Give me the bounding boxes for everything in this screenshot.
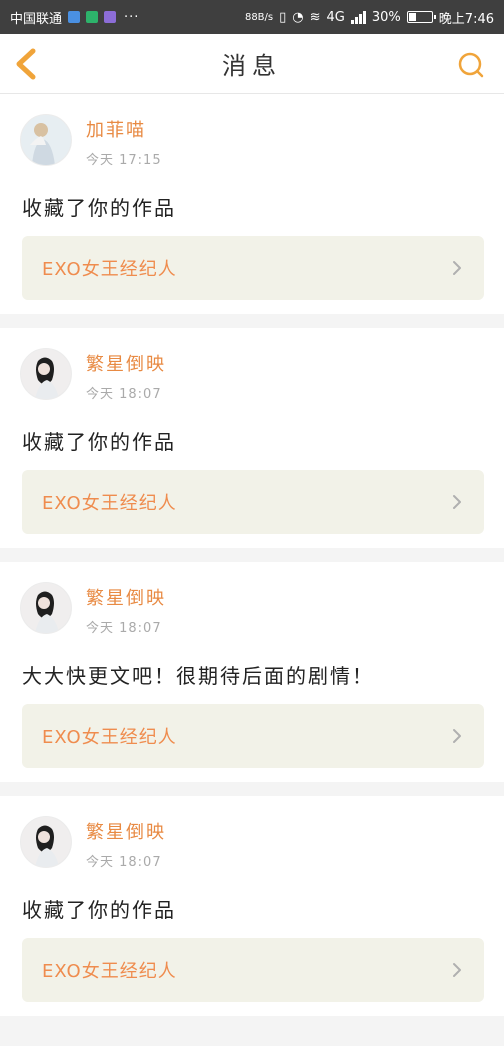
work-title: EXO女王经纪人 [42, 961, 177, 982]
avatar-image [21, 115, 71, 165]
status-left: 中国联通 ··· [10, 8, 139, 27]
message-card: 繁星倒映 今天 18:07 收藏了你的作品 EXO女王经纪人 [0, 796, 504, 1016]
more-icon: ··· [124, 9, 140, 25]
status-time: 晚上7:46 [438, 11, 494, 27]
search-icon [458, 52, 484, 78]
work-link[interactable]: EXO女王经纪人 [22, 236, 484, 300]
wifi-icon: ≋ [309, 9, 321, 25]
chevron-right-icon [450, 492, 464, 512]
avatar-image [21, 817, 71, 867]
chevron-right-icon [450, 258, 464, 278]
network-speed: 88B/s [244, 11, 274, 23]
shield-icon [68, 11, 81, 23]
bottom-gap [0, 1016, 504, 1046]
work-title: EXO女王经纪人 [42, 727, 177, 748]
message-text: 收藏了你的作品 [22, 430, 176, 454]
avatar[interactable] [20, 348, 72, 400]
carrier-name: 中国联通 [10, 11, 63, 27]
user-name[interactable]: 繁星倒映 [86, 818, 166, 844]
message-text: 收藏了你的作品 [22, 898, 176, 922]
battery-percent: 30% [371, 9, 401, 25]
status-right: 88B/s ▯ ◔ ≋ 4G 30% 晚上7:46 [245, 8, 494, 27]
chevron-right-icon [450, 726, 464, 746]
post-time: 今天 18:07 [86, 621, 162, 636]
page-title: 消息 [222, 52, 282, 80]
message-text: 大大快更文吧！很期待后面的剧情！ [22, 664, 374, 688]
post-time: 今天 18:07 [86, 855, 162, 870]
work-link[interactable]: EXO女王经纪人 [22, 704, 484, 768]
message-card: 加菲喵 今天 17:15 收藏了你的作品 EXO女王经纪人 [0, 94, 504, 314]
work-title: EXO女王经纪人 [42, 493, 177, 514]
status-bar: 中国联通 ··· 88B/s ▯ ◔ ≋ 4G 30% 晚上7:46 [0, 0, 504, 34]
avatar[interactable] [20, 816, 72, 868]
vibrate-icon: ▯ [279, 9, 287, 25]
user-name[interactable]: 加菲喵 [86, 116, 146, 142]
back-button[interactable] [10, 46, 42, 82]
alarm-icon: ◔ [292, 9, 304, 25]
app-icon [104, 11, 117, 23]
user-name[interactable]: 繁星倒映 [86, 350, 166, 376]
avatar[interactable] [20, 582, 72, 634]
search-button[interactable] [456, 50, 486, 80]
message-text: 收藏了你的作品 [22, 196, 176, 220]
message-card: 繁星倒映 今天 18:07 大大快更文吧！很期待后面的剧情！ EXO女王经纪人 [0, 562, 504, 782]
chevron-left-icon [16, 48, 36, 80]
battery-icon [406, 11, 436, 23]
avatar[interactable] [20, 114, 72, 166]
avatar-image [21, 583, 71, 633]
work-title: EXO女王经纪人 [42, 259, 177, 280]
work-link[interactable]: EXO女王经纪人 [22, 470, 484, 534]
post-time: 今天 17:15 [86, 153, 162, 168]
signal-icon [350, 10, 366, 24]
chevron-right-icon [450, 960, 464, 980]
signal-type: 4G [326, 9, 345, 25]
post-time: 今天 18:07 [86, 387, 162, 402]
avatar-image [21, 349, 71, 399]
shield-check-icon [86, 11, 99, 23]
message-list: 加菲喵 今天 17:15 收藏了你的作品 EXO女王经纪人 繁星倒映 今天 18… [0, 94, 504, 1016]
work-link[interactable]: EXO女王经纪人 [22, 938, 484, 1002]
user-name[interactable]: 繁星倒映 [86, 584, 166, 610]
top-nav: 消息 [0, 34, 504, 94]
message-card: 繁星倒映 今天 18:07 收藏了你的作品 EXO女王经纪人 [0, 328, 504, 548]
